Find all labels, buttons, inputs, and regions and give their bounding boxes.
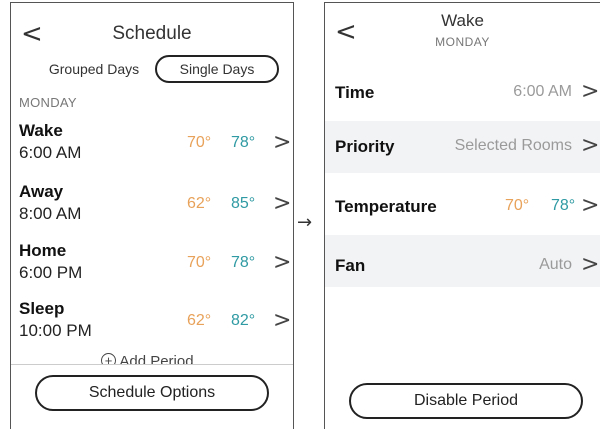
heat-setpoint: 62° (187, 312, 212, 329)
heat-setpoint: 62° (187, 195, 212, 212)
fan-label: Fan (335, 256, 366, 275)
page-title: Schedule (112, 23, 192, 44)
heat-setpoint: 70° (505, 197, 530, 214)
time-value: 6:00 AM (513, 83, 572, 100)
chevron-right-icon: > (273, 308, 292, 333)
page-title: Wake (441, 11, 484, 30)
single-days-toggle[interactable]: Single Days (155, 55, 279, 83)
cool-setpoint: 78° (551, 197, 576, 214)
temperature-label: Temperature (335, 197, 437, 216)
disable-period-button[interactable]: Disable Period (349, 383, 583, 419)
period-time: 10:00 PM (19, 321, 92, 340)
chevron-right-icon: > (581, 79, 600, 104)
period-name: Sleep (19, 299, 65, 318)
priority-row[interactable]: Priority Selected Rooms > (325, 127, 600, 167)
chevron-right-icon: > (581, 133, 600, 158)
cool-setpoint: 78° (231, 254, 256, 271)
day-label: MONDAY (19, 95, 77, 110)
fan-value: Auto (539, 256, 572, 273)
heat-setpoint: 70° (187, 254, 212, 271)
day-mode-toggle: Grouped Days Single Days (35, 55, 279, 83)
time-row[interactable]: Time 6:00 AM > (325, 73, 600, 113)
chevron-right-icon: > (273, 130, 292, 155)
chevron-right-icon: > (273, 191, 292, 216)
period-time: 6:00 AM (19, 143, 82, 162)
fan-row[interactable]: Fan Auto > (325, 246, 600, 286)
period-name: Home (19, 241, 67, 260)
cool-setpoint: 78° (231, 134, 256, 151)
schedule-options-button[interactable]: Schedule Options (35, 375, 269, 411)
period-row-wake[interactable]: Wake 6:00 AM 70° 78° > (11, 121, 291, 173)
schedule-screen: < Schedule Grouped Days Single Days MOND… (10, 2, 294, 429)
period-row-sleep[interactable]: Sleep 10:00 PM 62° 82° > (11, 299, 291, 351)
chevron-right-icon: > (581, 252, 600, 277)
flow-arrow-icon: → (297, 212, 313, 233)
temperature-row[interactable]: Temperature 70° 78° > (325, 187, 600, 227)
cool-setpoint: 85° (231, 195, 256, 212)
period-name: Wake (19, 121, 63, 140)
period-detail-screen: < Wake MONDAY Time 6:00 AM > Priority Se… (324, 2, 600, 429)
chevron-right-icon: > (581, 193, 600, 218)
period-time: 8:00 AM (19, 204, 82, 223)
priority-value: Selected Rooms (454, 137, 572, 154)
time-label: Time (335, 83, 375, 102)
period-row-away[interactable]: Away 8:00 AM 62° 85° > (11, 182, 291, 234)
period-time: 6:00 PM (19, 263, 83, 282)
page-subtitle: MONDAY (435, 35, 490, 49)
grouped-days-toggle[interactable]: Grouped Days (35, 55, 153, 83)
period-row-home[interactable]: Home 6:00 PM 70° 78° > (11, 241, 291, 293)
cool-setpoint: 82° (231, 312, 256, 329)
chevron-right-icon: > (273, 250, 292, 275)
divider (11, 364, 293, 365)
heat-setpoint: 70° (187, 134, 212, 151)
period-name: Away (19, 182, 64, 201)
priority-label: Priority (335, 137, 395, 156)
